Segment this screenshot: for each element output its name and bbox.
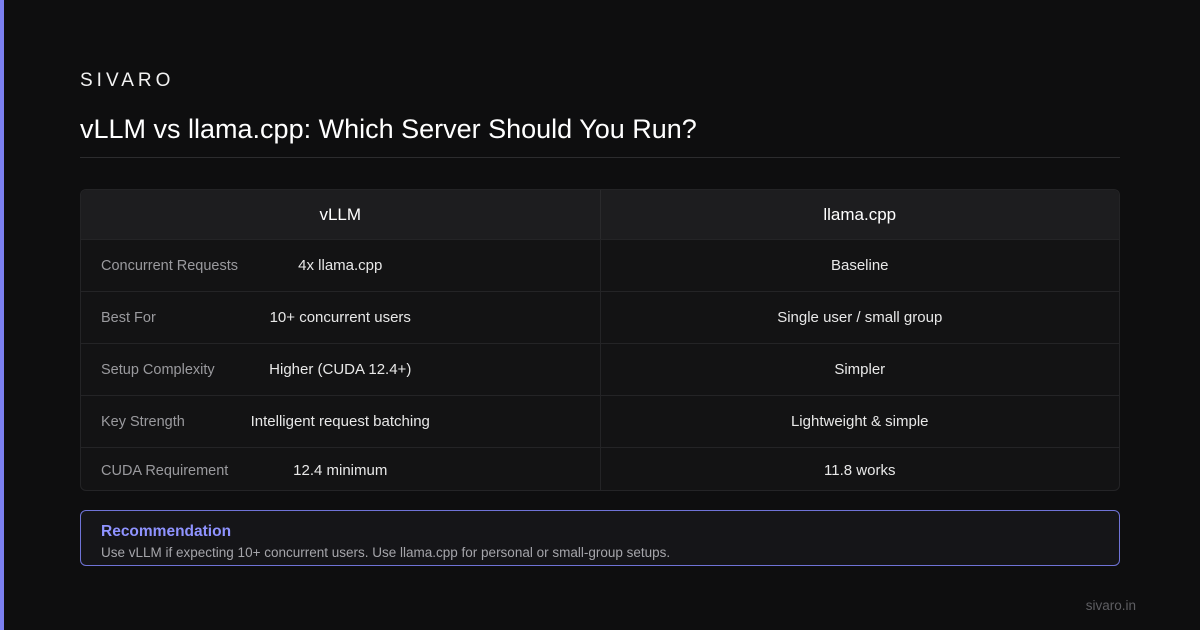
- recommendation-title: Recommendation: [101, 523, 232, 540]
- cell-vllm: 10+ concurrent users: [269, 309, 411, 326]
- cell-llamacpp: Lightweight & simple: [599, 396, 1120, 447]
- table-row: Key Strength Intelligent request batchin…: [81, 395, 1119, 447]
- row-label: CUDA Requirement: [101, 462, 229, 479]
- brand-logo-text: SIVARO: [80, 70, 175, 91]
- accent-bar: [0, 0, 4, 630]
- column-header-vllm: vLLM: [319, 204, 362, 224]
- row-label: Concurrent Requests: [101, 257, 239, 274]
- page: SIVARO vLLM vs llama.cpp: Which Server S…: [0, 0, 1200, 630]
- column-header-llamacpp: llama.cpp: [599, 190, 1120, 239]
- page-title: vLLM vs llama.cpp: Which Server Should Y…: [80, 114, 697, 144]
- table-row: Concurrent Requests 4x llama.cpp Baselin…: [81, 239, 1119, 291]
- recommendation-text: Use vLLM if expecting 10+ concurrent use…: [101, 545, 671, 560]
- row-label: Best For: [101, 309, 156, 326]
- comparison-table: vLLM llama.cpp Concurrent Requests 4x ll…: [80, 189, 1120, 491]
- cell-llamacpp: 11.8 works: [599, 448, 1120, 490]
- table-header-row: vLLM llama.cpp: [81, 190, 1119, 239]
- footer-domain: sivaro.in: [1085, 598, 1136, 613]
- cell-llamacpp: Baseline: [599, 240, 1120, 291]
- title-divider: [80, 157, 1120, 158]
- row-label: Setup Complexity: [101, 361, 215, 378]
- table-row: Setup Complexity Higher (CUDA 12.4+) Sim…: [81, 343, 1119, 395]
- recommendation-box: Recommendation Use vLLM if expecting 10+…: [80, 510, 1120, 566]
- cell-llamacpp: Single user / small group: [599, 292, 1120, 343]
- row-label: Key Strength: [101, 413, 185, 430]
- cell-llamacpp: Simpler: [599, 344, 1120, 395]
- table-row: CUDA Requirement 12.4 minimum 11.8 works: [81, 447, 1120, 490]
- table-row: Best For 10+ concurrent users Single use…: [81, 291, 1119, 343]
